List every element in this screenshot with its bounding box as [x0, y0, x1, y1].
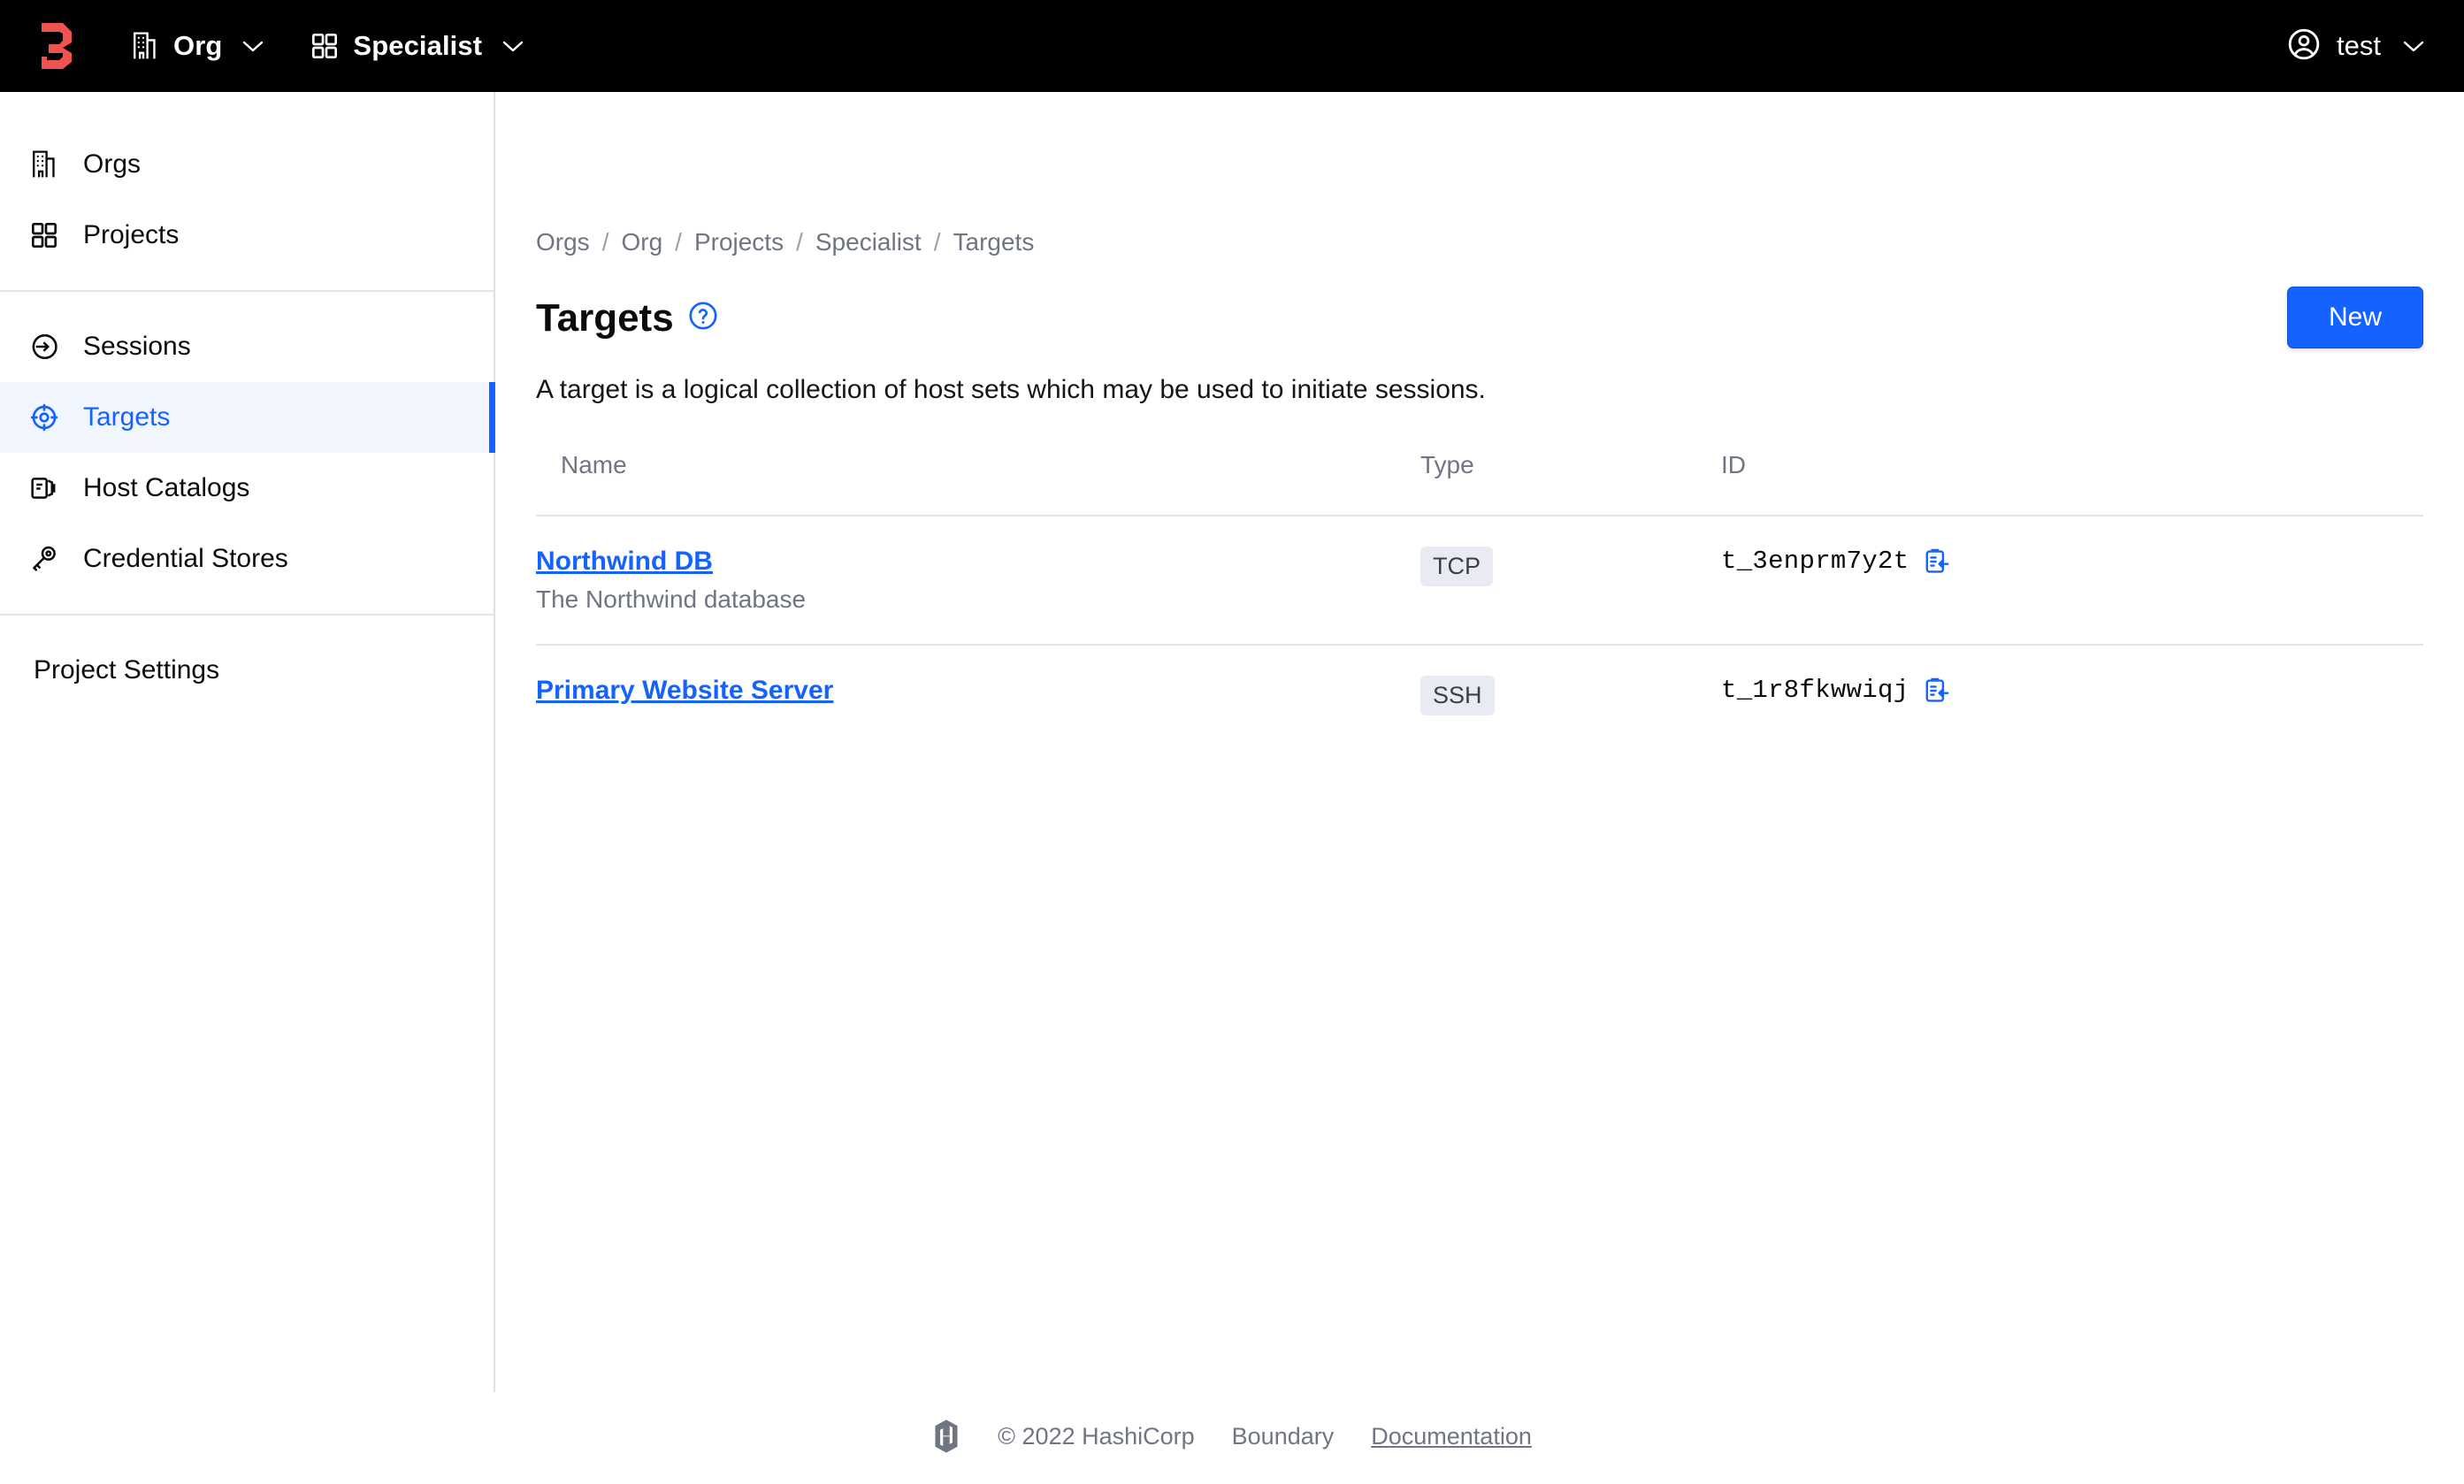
new-target-button[interactable]: New — [2286, 287, 2423, 348]
footer-copyright: © 2022 HashiCorp — [998, 1422, 1195, 1450]
column-header-id: ID — [1721, 451, 1746, 478]
session-arrow-icon — [28, 333, 60, 361]
cell-type: SSH — [1420, 644, 1721, 746]
footer-documentation-link[interactable]: Documentation — [1371, 1423, 1532, 1450]
user-menu[interactable]: test — [2287, 27, 2425, 65]
sidebar-item-projects[interactable]: Projects — [0, 200, 494, 271]
page-footer: © 2022 HashiCorp Boundary Documentation — [0, 1388, 2464, 1484]
host-catalog-icon — [28, 475, 60, 501]
grid-icon — [310, 32, 339, 60]
boundary-logo-icon[interactable] — [34, 20, 85, 72]
cell-name: Northwind DB The Northwind database — [536, 515, 1420, 645]
main-content: Orgs / Org / Projects / Specialist / Tar… — [495, 92, 2464, 1484]
building-icon — [131, 31, 159, 61]
breadcrumb-item-projects[interactable]: Projects — [694, 228, 784, 256]
sidebar-navigation: Orgs Projects Sessions Targets Host Cata… — [0, 92, 495, 1392]
footer-product-link[interactable]: Boundary — [1232, 1423, 1335, 1450]
column-header-type: Type — [1420, 451, 1474, 478]
question-circle-icon[interactable] — [688, 301, 718, 331]
sidebar-item-label: Credential Stores — [83, 544, 288, 573]
sidebar-item-host-catalogs[interactable]: Host Catalogs — [0, 453, 494, 524]
building-icon — [28, 149, 60, 180]
sidebar-item-label: Sessions — [83, 332, 191, 361]
sidebar-item-label: Targets — [83, 402, 171, 432]
breadcrumb-separator: / — [675, 228, 682, 256]
sidebar-item-orgs[interactable]: Orgs — [0, 129, 494, 200]
sidebar-item-targets[interactable]: Targets — [0, 382, 495, 453]
sidebar-item-label: Project Settings — [34, 655, 220, 685]
cell-name: Primary Website Server — [536, 644, 1420, 746]
page-header: Targets New — [536, 287, 2423, 348]
type-badge: TCP — [1420, 547, 1493, 586]
breadcrumb-separator: / — [796, 228, 803, 256]
target-id: t_1r8fkwwiqj — [1721, 676, 1909, 705]
target-crosshair-icon — [28, 403, 60, 432]
sidebar-item-credential-stores[interactable]: Credential Stores — [0, 524, 494, 594]
hashicorp-logo-icon — [932, 1419, 960, 1453]
sidebar-group-scopes: Orgs Projects — [0, 110, 494, 290]
user-circle-icon — [2287, 27, 2321, 65]
cell-id: t_3enprm7y2t — [1721, 515, 2423, 645]
key-icon — [28, 545, 60, 573]
chevron-down-icon — [241, 39, 264, 53]
project-scope-label: Specialist — [353, 30, 483, 61]
org-scope-selector[interactable]: Org — [131, 30, 264, 62]
sidebar-item-label: Projects — [83, 220, 180, 249]
sidebar-group-settings: Project Settings — [0, 616, 494, 725]
breadcrumb-item-specialist[interactable]: Specialist — [815, 228, 922, 256]
breadcrumb-separator: / — [601, 228, 609, 256]
project-scope-selector[interactable]: Specialist — [310, 30, 524, 62]
sidebar-item-sessions[interactable]: Sessions — [0, 311, 494, 382]
target-description: The Northwind database — [536, 585, 807, 613]
chevron-down-icon — [501, 39, 524, 53]
cell-type: TCP — [1420, 515, 1721, 645]
grid-icon — [28, 221, 60, 249]
column-header-name: Name — [561, 451, 627, 478]
copy-clipboard-icon[interactable] — [1923, 547, 1951, 576]
table-header-row: Name Type ID — [536, 451, 2423, 516]
user-menu-label: test — [2337, 30, 2381, 61]
table-row: Primary Website Server SSH t_1r8fkwwiqj — [536, 644, 2423, 746]
sidebar-item-project-settings[interactable]: Project Settings — [0, 635, 494, 706]
breadcrumb-item-targets[interactable]: Targets — [953, 228, 1035, 256]
target-link-primary-website-server[interactable]: Primary Website Server — [536, 676, 833, 705]
org-scope-label: Org — [173, 30, 223, 61]
cell-id: t_1r8fkwwiqj — [1721, 644, 2423, 746]
page-description: A target is a logical collection of host… — [536, 375, 1486, 404]
targets-table: Name Type ID Northwind DB The Northwind … — [536, 451, 2423, 746]
chevron-down-icon — [2402, 39, 2425, 53]
target-id: t_3enprm7y2t — [1721, 547, 1909, 576]
sidebar-item-label: Orgs — [83, 149, 142, 179]
table-row: Northwind DB The Northwind database TCP … — [536, 515, 2423, 645]
table-header: Name Type ID — [536, 451, 2423, 516]
table-body: Northwind DB The Northwind database TCP … — [536, 515, 2423, 746]
page-title: Targets — [536, 296, 674, 340]
breadcrumb-separator: / — [933, 228, 941, 256]
breadcrumb-item-org[interactable]: Org — [621, 228, 662, 256]
breadcrumb: Orgs / Org / Projects / Specialist / Tar… — [536, 92, 2423, 256]
sidebar-group-resources: Sessions Targets Host Catalogs Credentia… — [0, 292, 495, 614]
copy-clipboard-icon[interactable] — [1923, 677, 1951, 705]
breadcrumb-item-orgs[interactable]: Orgs — [536, 228, 590, 256]
top-navigation-bar: Org Specialist test — [0, 0, 2464, 92]
type-badge: SSH — [1420, 676, 1495, 715]
target-link-northwind-db[interactable]: Northwind DB — [536, 547, 713, 576]
sidebar-item-label: Host Catalogs — [83, 473, 250, 502]
